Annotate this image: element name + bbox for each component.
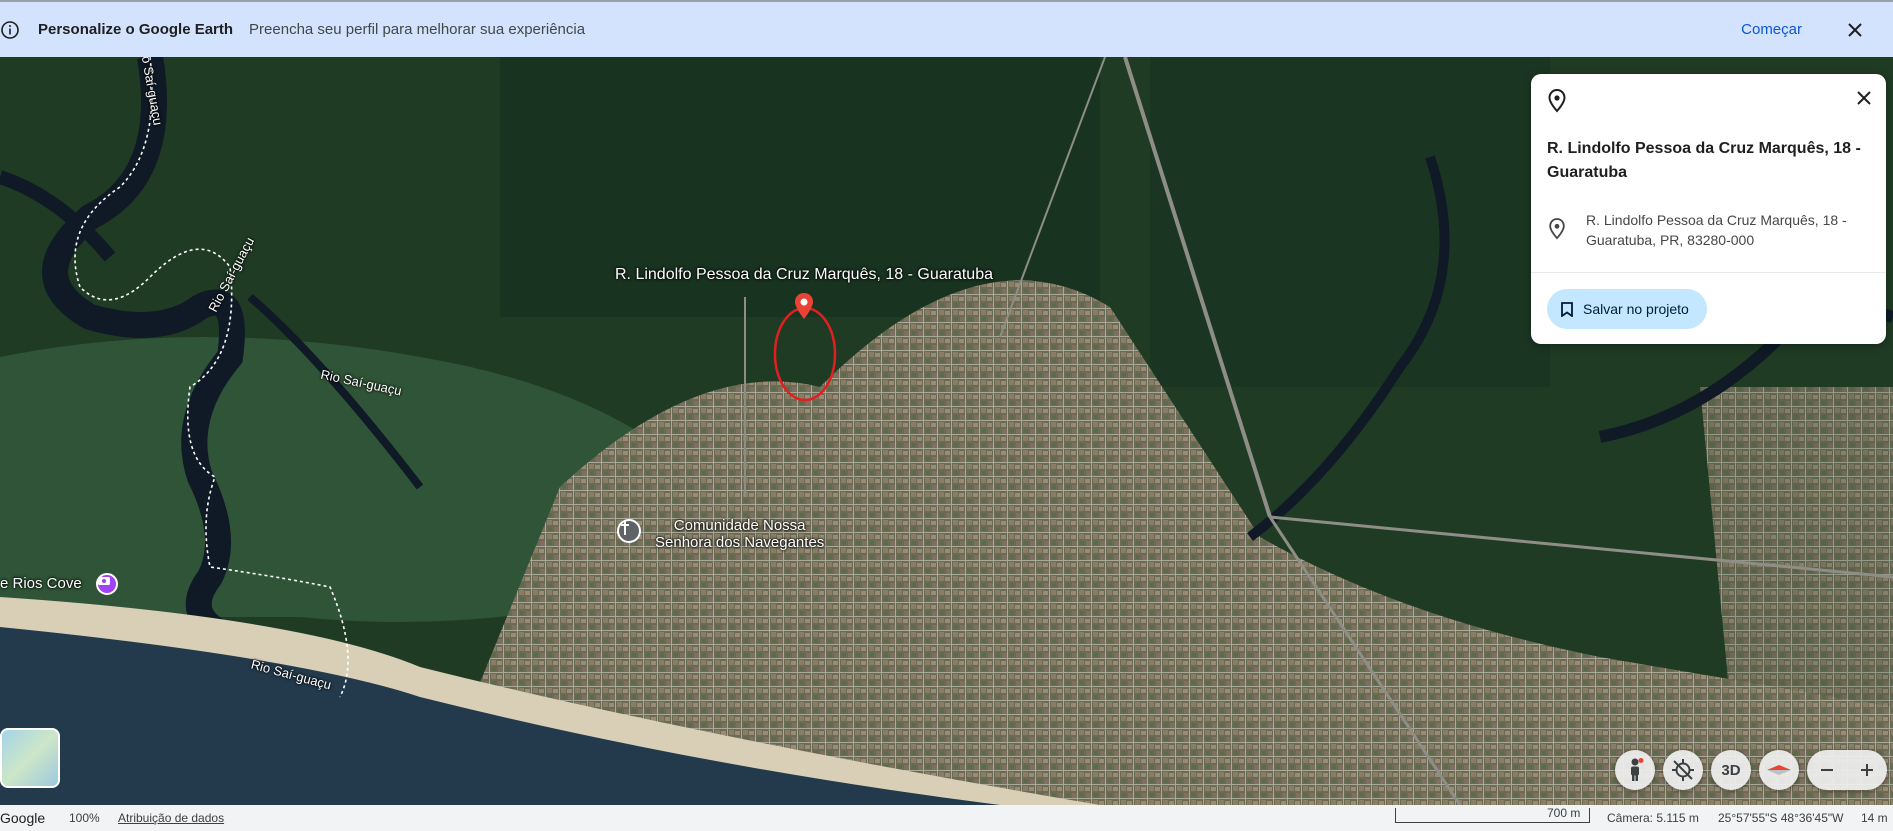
compass-button[interactable] bbox=[1759, 750, 1799, 790]
zoom-out-button[interactable] bbox=[1807, 750, 1847, 790]
my-location-button[interactable] bbox=[1663, 750, 1703, 790]
street-view-button[interactable] bbox=[1615, 750, 1655, 790]
compass-icon bbox=[1767, 765, 1791, 775]
location-pin-icon bbox=[1546, 88, 1568, 118]
pegman-icon bbox=[1631, 758, 1644, 781]
zoom-level: 100% bbox=[69, 811, 100, 825]
close-card-button[interactable] bbox=[1856, 90, 1872, 111]
bookmark-icon bbox=[1561, 301, 1573, 317]
minus-icon bbox=[1821, 769, 1833, 771]
save-to-project-label: Salvar no projeto bbox=[1583, 301, 1689, 317]
three-d-button[interactable]: 3D bbox=[1711, 750, 1751, 790]
elevation: 14 m bbox=[1861, 811, 1888, 825]
church-label: Comunidade Nossa Senhora dos Navegantes bbox=[655, 517, 824, 551]
church-icon[interactable] bbox=[617, 519, 641, 543]
start-button[interactable]: Começar bbox=[1741, 21, 1802, 38]
coordinates: 25°57'55"S 48°36'45"W bbox=[1718, 811, 1844, 825]
profile-banner: Personalize o Google Earth Preencha seu … bbox=[0, 0, 1893, 57]
close-icon bbox=[1857, 91, 1871, 105]
zoom-in-button[interactable] bbox=[1847, 750, 1887, 790]
plus-icon bbox=[1861, 764, 1873, 776]
google-logo: Google bbox=[0, 810, 46, 826]
zoom-controls bbox=[1807, 750, 1887, 790]
map-style-thumbnail[interactable] bbox=[0, 728, 60, 788]
photo-poi-icon[interactable] bbox=[96, 573, 118, 595]
info-icon bbox=[0, 20, 20, 40]
place-card: R. Lindolfo Pessoa da Cruz Marquês, 18 -… bbox=[1531, 74, 1886, 344]
location-off-icon bbox=[1672, 759, 1694, 781]
close-banner-button[interactable] bbox=[1843, 18, 1867, 42]
banner-title: Personalize o Google Earth bbox=[38, 21, 234, 38]
pin-address-label: R. Lindolfo Pessoa da Cruz Marquês, 18 -… bbox=[615, 266, 993, 283]
close-icon bbox=[1848, 22, 1862, 37]
camera-altitude: Câmera: 5.115 m bbox=[1607, 811, 1699, 825]
map-pin-icon[interactable] bbox=[794, 293, 814, 319]
place-title: R. Lindolfo Pessoa da Cruz Marquês, 18 -… bbox=[1547, 140, 1861, 181]
church-label-line1: Comunidade Nossa bbox=[673, 517, 806, 534]
scale-label: 700 m bbox=[1547, 806, 1581, 820]
cove-label: e Rios Cove bbox=[0, 575, 82, 592]
status-bar: Google 100% Atribuição de dados 700 m Câ… bbox=[0, 805, 1893, 831]
address-pin-icon bbox=[1547, 218, 1567, 245]
place-address: R. Lindolfo Pessoa da Cruz Marquês, 18 -… bbox=[1586, 212, 1847, 248]
save-to-project-button[interactable]: Salvar no projeto bbox=[1547, 289, 1707, 329]
divider bbox=[1531, 272, 1886, 273]
data-attribution-link[interactable]: Atribuição de dados bbox=[118, 811, 224, 825]
church-label-line2: Senhora dos Navegantes bbox=[655, 534, 825, 551]
banner-subtitle: Preencha seu perfil para melhorar sua ex… bbox=[249, 21, 586, 38]
